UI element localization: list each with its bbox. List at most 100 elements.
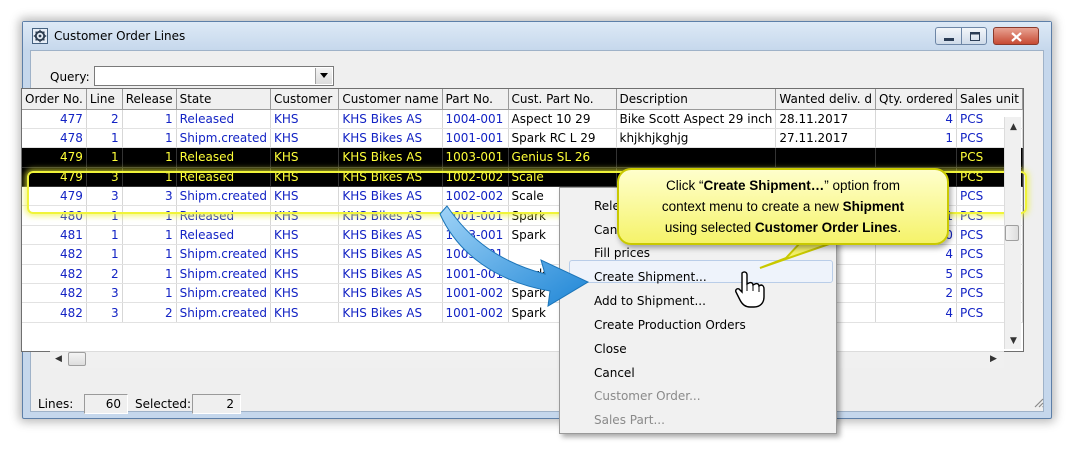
callout-text-3: context menu to create a new	[661, 199, 843, 214]
table-cell-part: 1003-001	[442, 225, 509, 246]
column-header[interactable]: Wanted deliv. d	[775, 89, 877, 110]
table-cell-order: 477	[22, 109, 87, 129]
column-header[interactable]: Customer name	[338, 89, 443, 110]
callout-text-4: using selected	[664, 220, 755, 235]
column-header[interactable]: Sales unit	[956, 89, 1023, 110]
table-cell-state: Released	[176, 225, 271, 246]
table-cell-state: Released	[176, 109, 271, 129]
scroll-down-icon[interactable]: ▼	[1010, 336, 1017, 346]
table-cell-part: 1003-001	[442, 244, 509, 265]
column-header[interactable]: Customer	[270, 89, 340, 110]
callout-bold-3: Customer Order Lines	[754, 220, 898, 235]
table-cell-wanted: 27.11.2017	[775, 128, 877, 149]
table-row[interactable]: 482 1 1 Shipm.created KHS KHS Bikes AS 1003-00…	[22, 244, 1023, 265]
query-label: Query:	[50, 70, 90, 84]
table-row[interactable]: 478 1 1 Shipm.created KHS KHS Bikes AS 1001-00…	[22, 128, 1023, 149]
table-cell-part: 1004-001	[442, 109, 509, 129]
table-cell-customer: KHS	[270, 264, 340, 285]
table-cell-order: 479	[22, 147, 87, 168]
table-cell-desc: Bike Scott Aspect 29 inch	[616, 109, 777, 129]
column-header[interactable]: Order No.	[22, 89, 87, 110]
table-cell-qty: 4	[875, 109, 957, 129]
table-cell-name: KHS Bikes AS	[338, 283, 443, 304]
query-dropdown-button[interactable]	[315, 68, 332, 84]
table-cell-part: 1001-002	[442, 283, 509, 304]
title-bar[interactable]: Customer Order Lines	[23, 22, 1051, 50]
table-cell-line: 3	[86, 283, 123, 304]
query-select[interactable]	[94, 66, 334, 86]
callout-text-5: .	[897, 220, 902, 235]
table-cell-name: KHS Bikes AS	[338, 128, 443, 149]
table-cell-part: 1001-002	[442, 302, 509, 323]
table-cell-release: 1	[122, 283, 177, 304]
table-cell-line: 1	[86, 128, 123, 149]
table-row[interactable]: 482 3 2 Shipm.created KHS KHS Bikes AS 1001-00…	[22, 302, 1023, 323]
table-cell-line: 1	[86, 147, 123, 168]
table-cell-line: 1	[86, 225, 123, 246]
column-header[interactable]: Part No.	[442, 89, 509, 110]
context-menu-item-cancel[interactable]: Cancel	[594, 366, 635, 380]
column-header[interactable]: Release	[122, 89, 177, 110]
table-cell-order: 482	[22, 283, 87, 304]
table-cell-desc	[616, 147, 777, 168]
table-cell-state: Shipm.created	[176, 302, 271, 323]
table-cell-cust_part: Genius SL 26	[508, 147, 617, 168]
context-menu-item-can[interactable]: Can	[594, 223, 617, 237]
window-title: Customer Order Lines	[54, 29, 186, 43]
column-header[interactable]: Description	[616, 89, 777, 110]
table-cell-release: 1	[122, 128, 177, 149]
horizontal-scrollbar[interactable]	[50, 351, 1004, 368]
context-menu-item-customer-order: Customer Order...	[594, 389, 701, 403]
selected-label: Selected:	[135, 397, 192, 411]
table-cell-part: 1001-001	[442, 264, 509, 285]
scroll-right-icon[interactable]: ▶	[990, 354, 997, 364]
scroll-up-icon[interactable]: ▲	[1010, 122, 1017, 132]
callout-bold-1: Create Shipment…	[703, 178, 825, 193]
maximize-icon	[970, 32, 980, 41]
table-cell-release: 1	[122, 147, 177, 168]
vertical-scroll-thumb[interactable]	[1005, 225, 1019, 241]
table-row[interactable]: 482 2 1 Shipm.created KHS KHS Bikes AS 1001-00…	[22, 264, 1023, 285]
table-cell-order: 481	[22, 225, 87, 246]
table-cell-customer: KHS	[270, 302, 340, 323]
tutorial-callout: Click “Create Shipment…” option from con…	[617, 168, 949, 245]
context-menu-item-fill-prices[interactable]: Fill prices	[594, 246, 650, 260]
minimize-icon	[944, 38, 954, 41]
maximize-button[interactable]	[961, 27, 987, 45]
app-gear-icon	[32, 28, 48, 44]
table-row[interactable]: 479 1 1 Released KHS KHS Bikes AS 1003-001 Geni…	[22, 147, 1023, 168]
table-cell-state: Shipm.created	[176, 244, 271, 265]
column-header[interactable]: Cust. Part No.	[508, 89, 617, 110]
table-cell-line: 1	[86, 244, 123, 265]
table-cell-order: 482	[22, 244, 87, 265]
context-menu-item-create-production-orders[interactable]: Create Production Orders	[594, 318, 746, 332]
callout-text-1: Click “	[665, 178, 704, 193]
column-header[interactable]: Line	[86, 89, 123, 110]
horizontal-scroll-thumb[interactable]	[68, 352, 86, 366]
table-cell-wanted: 28.11.2017	[775, 109, 877, 129]
table-cell-customer: KHS	[270, 147, 340, 168]
table-cell-state: Shipm.created	[176, 128, 271, 149]
context-menu-item-create-shipment[interactable]: Create Shipment...	[594, 270, 707, 284]
table-cell-name: KHS Bikes AS	[338, 302, 443, 323]
table-cell-order: 482	[22, 264, 87, 285]
callout-bold-2: Shipment	[842, 199, 905, 214]
table-cell-release: 1	[122, 109, 177, 129]
scroll-left-icon[interactable]: ◀	[55, 354, 62, 364]
table-cell-name: KHS Bikes AS	[338, 244, 443, 265]
table-cell-customer: KHS	[270, 283, 340, 304]
table-row[interactable]: 477 2 1 Released KHS KHS Bikes AS 1004-001 Aspe…	[22, 109, 1023, 129]
resize-grip-icon[interactable]	[1032, 396, 1044, 408]
close-button[interactable]	[993, 27, 1039, 45]
table-cell-cust_part: Spark RC L 29	[508, 128, 617, 149]
table-row[interactable]: 482 3 1 Shipm.created KHS KHS Bikes AS 1001-00…	[22, 283, 1023, 304]
column-header[interactable]: Qty. ordered	[875, 89, 957, 110]
table-cell-name: KHS Bikes AS	[338, 225, 443, 246]
table-header-row: Order No. Line Release State Customer Custome…	[22, 89, 1023, 110]
context-menu-item-close[interactable]: Close	[594, 342, 627, 356]
table-cell-release: 1	[122, 264, 177, 285]
column-header[interactable]: State	[176, 89, 271, 110]
minimize-button[interactable]	[935, 27, 961, 45]
table-cell-name: KHS Bikes AS	[338, 264, 443, 285]
context-menu-item-add-to-shipment[interactable]: Add to Shipment...	[594, 294, 706, 308]
